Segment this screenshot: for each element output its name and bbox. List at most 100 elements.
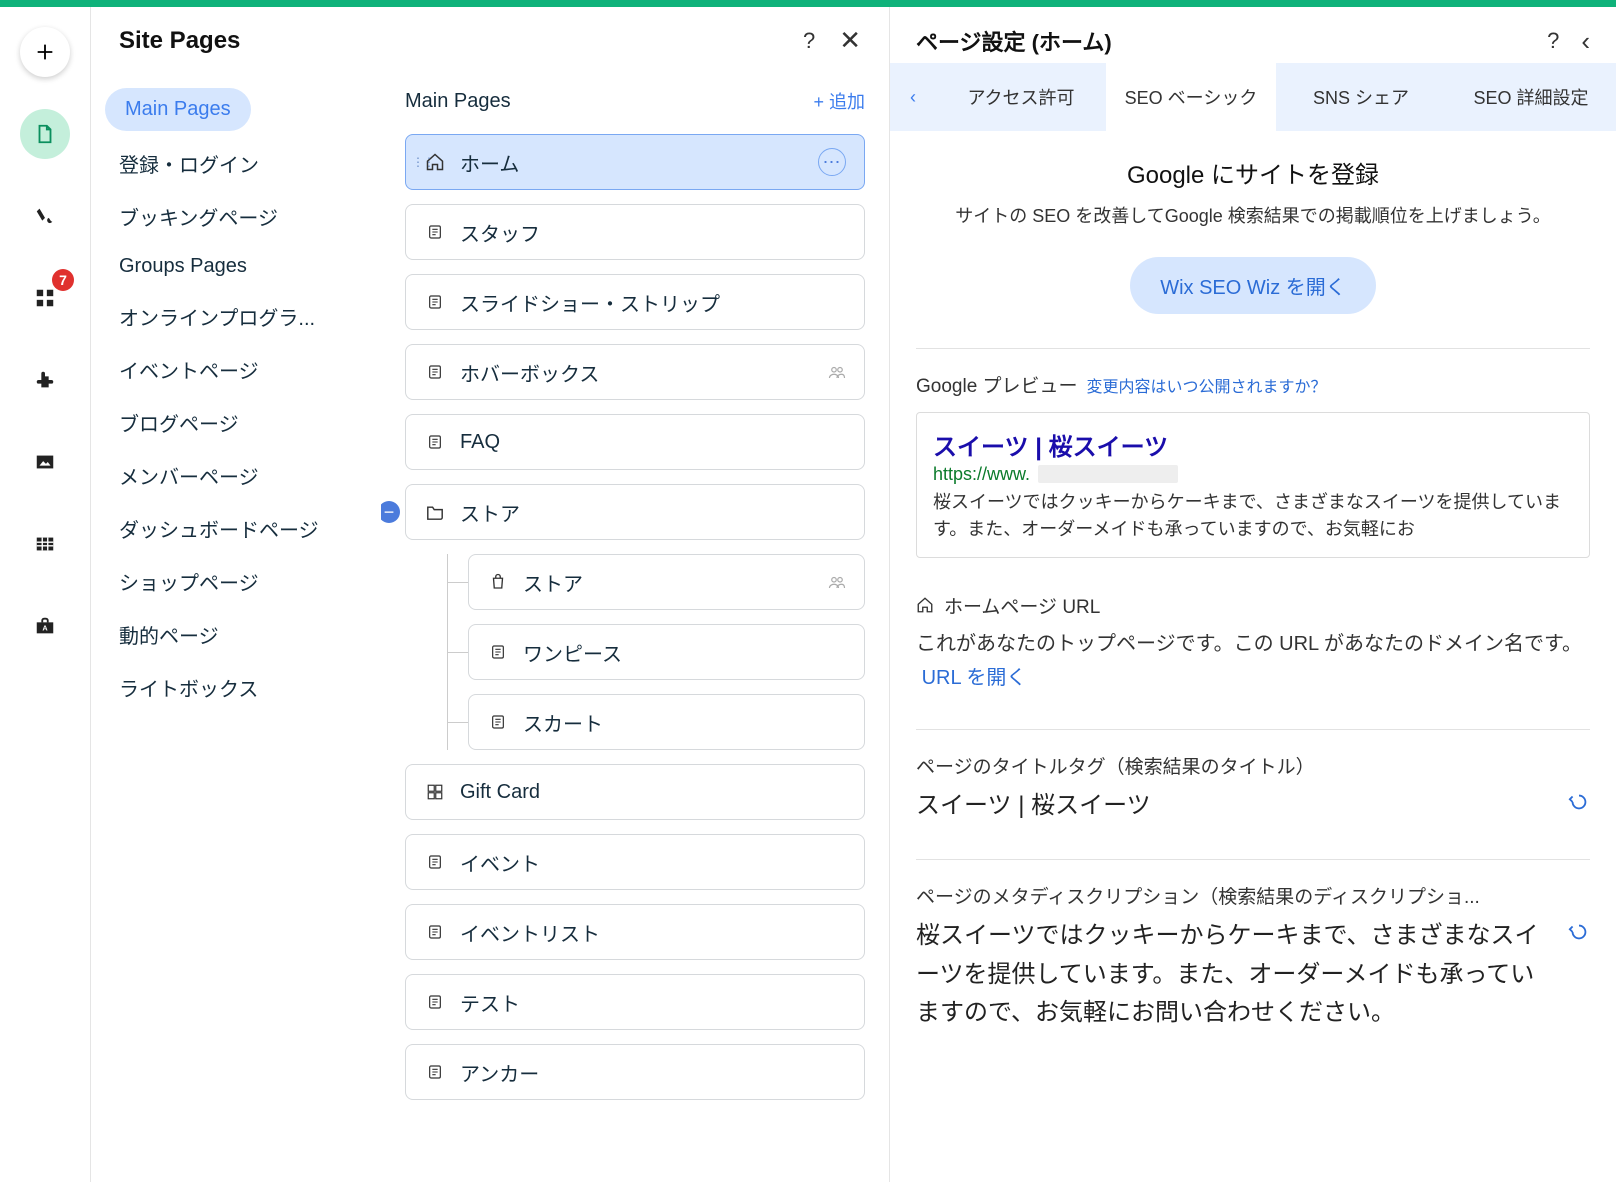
page-icon (34, 123, 56, 145)
briefcase-icon: A (34, 615, 56, 637)
divider (916, 348, 1590, 349)
page-label: イベント (460, 848, 846, 877)
revert-title-button[interactable] (1568, 787, 1590, 813)
preview-url: https://www. (933, 464, 1573, 485)
page-list: Main Pages + 追加 ⋮⋮ ホーム ⋯ スタッフ スライドショー・スト… (381, 74, 889, 1182)
page-icon (424, 363, 446, 381)
category-item[interactable]: イベントページ (105, 343, 375, 396)
page-icon (424, 853, 446, 871)
preview-url-prefix: https://www. (933, 464, 1030, 485)
members-icon (828, 365, 846, 379)
google-preview: スイーツ | 桜スイーツ https://www. 桜スイーツではクッキーからケ… (916, 412, 1590, 558)
seo-wiz-button[interactable]: Wix SEO Wiz を開く (1130, 257, 1376, 314)
tabs-scroll-left[interactable]: ‹ (890, 63, 936, 131)
open-url-link[interactable]: URL を開く (922, 667, 1027, 689)
category-item[interactable]: メンバーページ (105, 449, 375, 502)
category-item[interactable]: 登録・ログイン (105, 137, 375, 190)
tab-sns-share[interactable]: SNS シェア (1276, 63, 1446, 131)
divider (916, 859, 1590, 860)
top-accent-bar (0, 0, 1616, 7)
page-actions-button[interactable]: ⋯ (818, 148, 846, 176)
page-icon (487, 643, 509, 661)
add-page-button[interactable]: + 追加 (813, 88, 865, 114)
help-button[interactable]: ? (1547, 28, 1559, 54)
meta-desc-label: ページのメタディスクリプション（検索結果のディスクリプショ... (916, 882, 1590, 909)
sub-page-list: ストア ワンピース スカート (447, 554, 865, 750)
page-row[interactable]: テスト (405, 974, 865, 1030)
design-button[interactable] (20, 191, 70, 241)
register-subtitle: サイトの SEO を改善してGoogle 検索結果での掲載順位を上げましょう。 (916, 202, 1590, 231)
puzzle-icon (34, 369, 56, 391)
preview-help-link[interactable]: 変更内容はいつ公開されますか？ (1086, 379, 1326, 396)
add-button[interactable] (20, 27, 70, 77)
homepage-url-desc: これがあなたのトップページです。この URL があなたのドメイン名です。 URL… (916, 627, 1590, 695)
category-item[interactable]: Groups Pages (105, 243, 375, 290)
business-button[interactable]: A (20, 601, 70, 651)
register-title: Google にサイトを登録 (916, 155, 1590, 190)
page-label: ホバーボックス (460, 358, 828, 387)
list-title: Main Pages (405, 90, 511, 113)
tab-permissions[interactable]: アクセス許可 (936, 63, 1106, 131)
close-button[interactable]: ✕ (839, 25, 861, 56)
page-row[interactable]: スカート (468, 694, 865, 750)
page-row[interactable]: スライドショー・ストリップ (405, 274, 865, 330)
undo-icon (1568, 791, 1590, 813)
category-list: Main Pages 登録・ログイン ブッキングページ Groups Pages… (91, 74, 381, 1182)
page-row[interactable]: スタッフ (405, 204, 865, 260)
meta-desc-value[interactable]: 桜スイーツではクッキーからケーキまで、さまざまなスイーツを提供しています。また、… (916, 917, 1554, 1032)
title-tag-label: ページのタイトルタグ（検索結果のタイトル） (916, 752, 1590, 779)
addons-button[interactable] (20, 355, 70, 405)
category-item[interactable]: 動的ページ (105, 608, 375, 661)
page-icon (424, 433, 446, 451)
site-pages-panel: Site Pages ? ✕ Main Pages 登録・ログイン ブッキングペ… (90, 7, 890, 1182)
page-row[interactable]: ワンピース (468, 624, 865, 680)
image-icon (34, 451, 56, 473)
page-settings-panel: ページ設定 (ホーム) ? ‹ ‹ アクセス許可 SEO ベーシック SNS シ… (890, 7, 1616, 1182)
page-label: ワンピース (523, 638, 846, 667)
page-row[interactable]: ストア (468, 554, 865, 610)
category-item[interactable]: ブログページ (105, 396, 375, 449)
category-item[interactable]: オンラインプログラ... (105, 290, 375, 343)
divider (916, 729, 1590, 730)
page-row[interactable]: イベント (405, 834, 865, 890)
drag-handle-icon[interactable]: ⋮⋮ (412, 155, 434, 169)
page-icon (424, 223, 446, 241)
media-button[interactable] (20, 437, 70, 487)
category-item[interactable]: ダッシュボードページ (105, 502, 375, 555)
page-row[interactable]: アンカー (405, 1044, 865, 1100)
page-label: ストア (460, 498, 846, 527)
paint-icon (34, 205, 56, 227)
gift-icon (424, 783, 446, 801)
page-label: FAQ (460, 431, 846, 454)
page-row[interactable]: FAQ (405, 414, 865, 470)
page-label: テスト (460, 988, 846, 1017)
page-icon (424, 923, 446, 941)
page-row-home[interactable]: ⋮⋮ ホーム ⋯ (405, 134, 865, 190)
settings-title: ページ設定 (ホーム) (916, 25, 1112, 57)
help-button[interactable]: ? (803, 28, 815, 54)
page-icon (424, 293, 446, 311)
page-row-folder[interactable]: − ストア (405, 484, 865, 540)
page-row[interactable]: ホバーボックス (405, 344, 865, 400)
back-button[interactable]: ‹ (1581, 26, 1590, 57)
data-button[interactable] (20, 519, 70, 569)
tab-seo-advanced[interactable]: SEO 詳細設定 (1446, 63, 1616, 131)
preview-title: スイーツ | 桜スイーツ (933, 427, 1573, 462)
tab-seo-basic[interactable]: SEO ベーシック (1106, 63, 1276, 131)
revert-desc-button[interactable] (1568, 917, 1590, 943)
site-pages-header: Site Pages ? ✕ (91, 7, 889, 74)
pages-button[interactable] (20, 109, 70, 159)
page-label: イベントリスト (460, 918, 846, 947)
apps-button[interactable]: 7 (20, 273, 70, 323)
page-row[interactable]: Gift Card (405, 764, 865, 820)
title-tag-value[interactable]: スイーツ | 桜スイーツ (916, 787, 1151, 825)
undo-icon (1568, 921, 1590, 943)
page-icon (487, 713, 509, 731)
category-item[interactable]: ブッキングページ (105, 190, 375, 243)
category-main-pages[interactable]: Main Pages (105, 88, 251, 131)
collapse-toggle[interactable]: − (381, 501, 400, 523)
page-row[interactable]: イベントリスト (405, 904, 865, 960)
category-item[interactable]: ライトボックス (105, 661, 375, 714)
category-item[interactable]: ショップページ (105, 555, 375, 608)
page-icon (424, 993, 446, 1011)
